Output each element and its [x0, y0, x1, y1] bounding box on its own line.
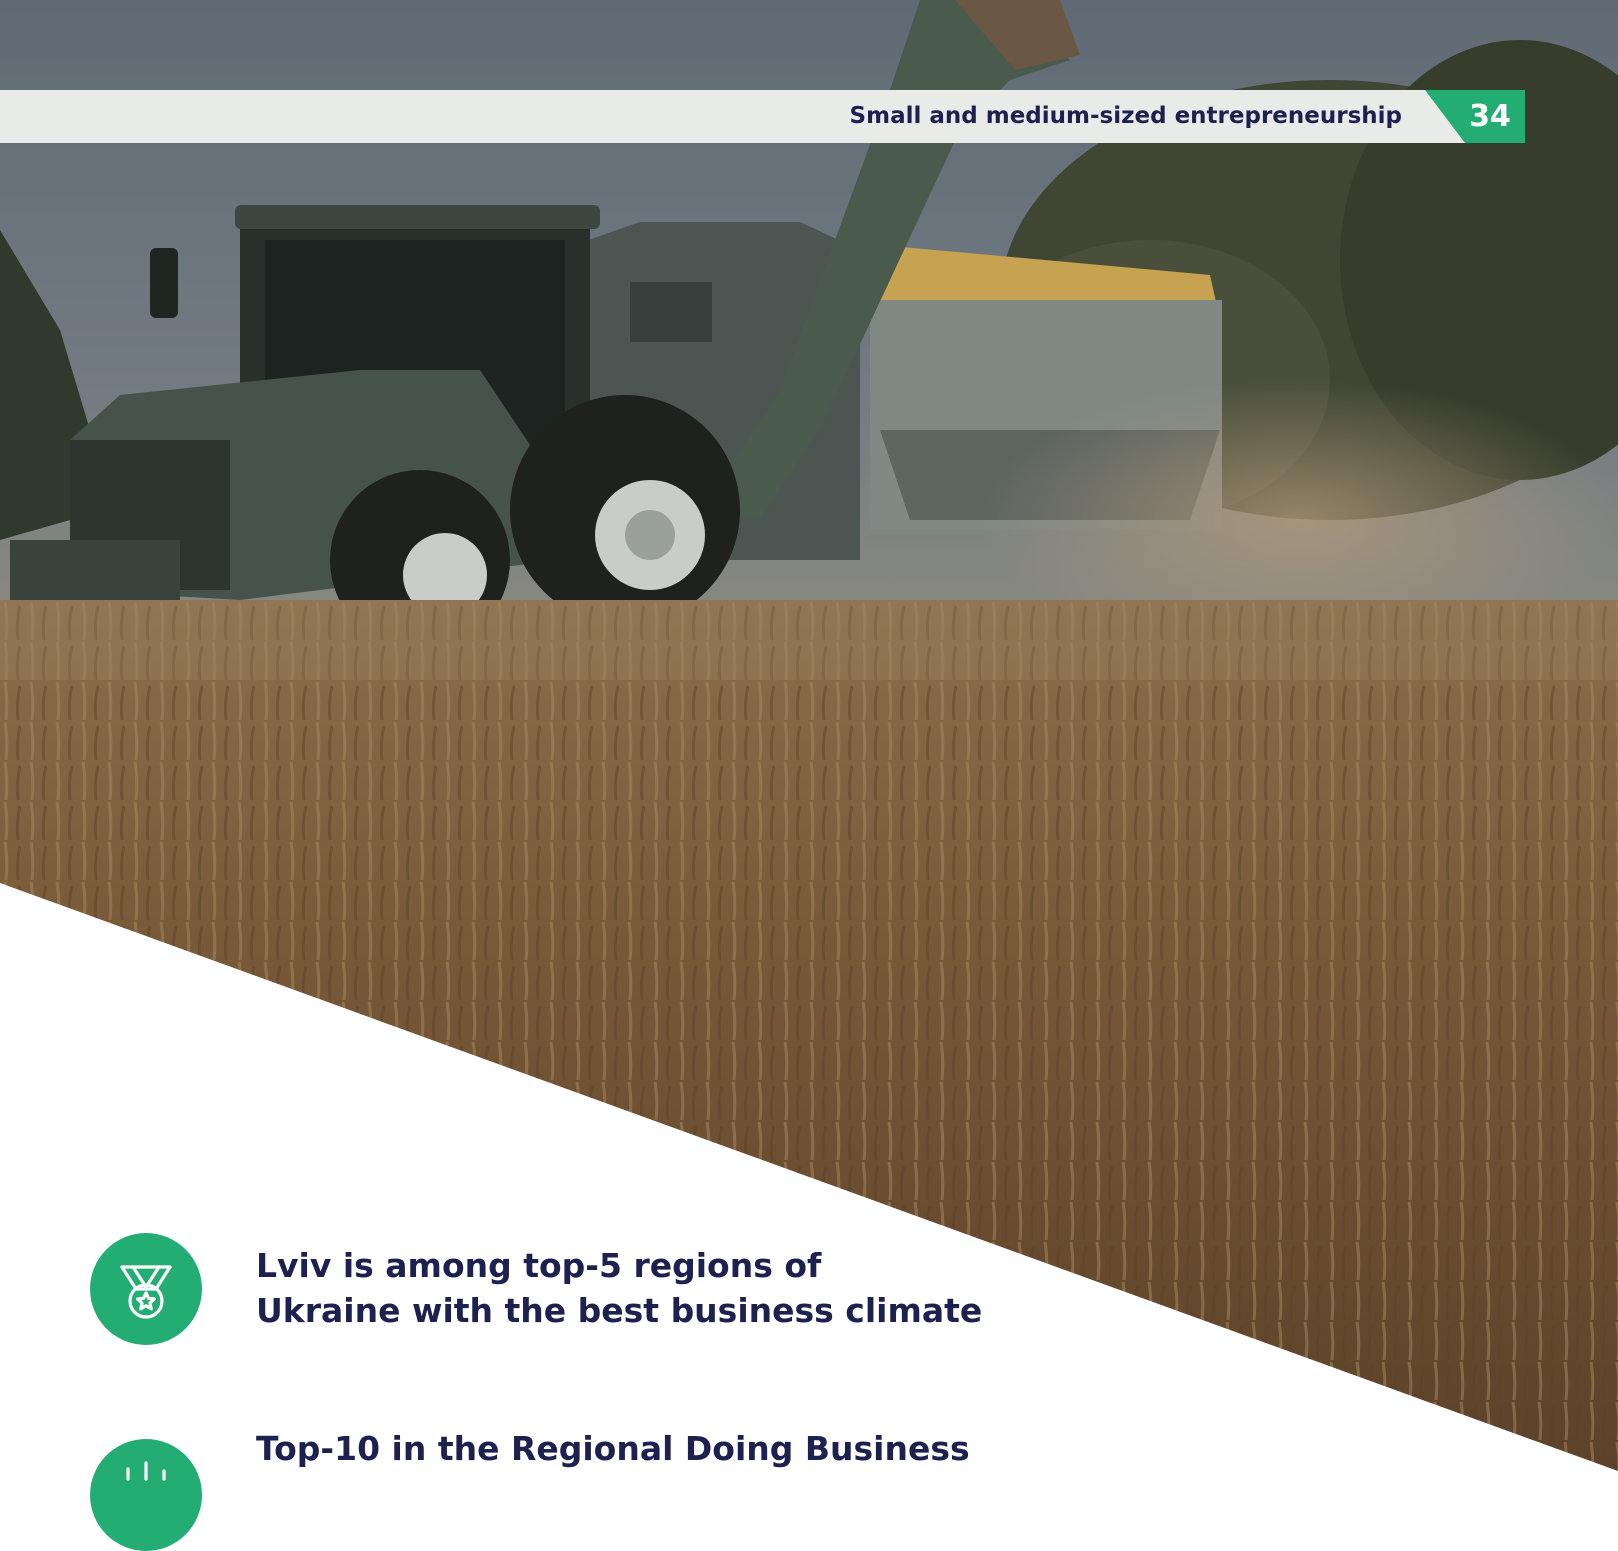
fact-line: Top-10 in the Regional Doing Business: [256, 1429, 970, 1468]
rank-icon: [90, 1439, 202, 1551]
fact-text: Lviv is among top-5 regions of Ukraine w…: [256, 1243, 982, 1333]
fact-text: Top-10 in the Regional Doing Business: [256, 1426, 970, 1471]
medal-icon: [90, 1233, 202, 1345]
fact-line: Ukraine with the best business climate: [256, 1291, 983, 1330]
fact-line: Lviv is among top-5 regions of: [256, 1246, 822, 1285]
